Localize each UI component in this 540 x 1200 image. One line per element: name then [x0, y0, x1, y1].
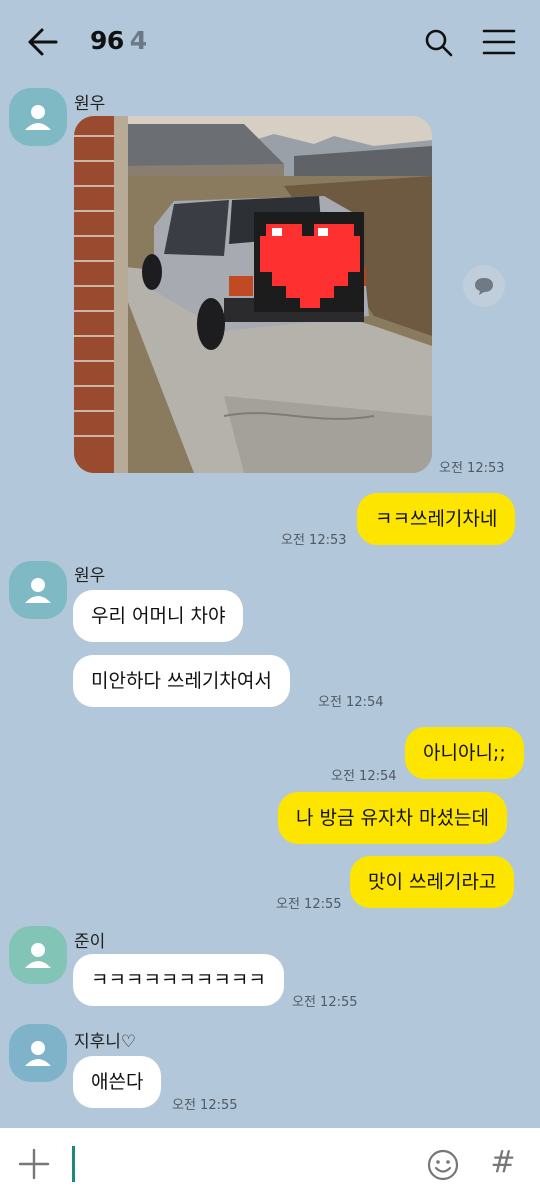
pixel-heart-sticker	[254, 212, 364, 312]
message-time: 오전 12:55	[172, 1098, 238, 1113]
speech-bubble-icon	[475, 278, 493, 295]
sender-name: 지후니♡	[74, 1032, 137, 1052]
avatar[interactable]	[9, 561, 67, 619]
sender-name: 원우	[74, 566, 106, 586]
car-photo[interactable]	[74, 116, 432, 473]
person-icon	[25, 578, 51, 603]
chat-room-name: 96	[90, 26, 124, 55]
their-message-bubble[interactable]: 미안하다 쓰레기차여서	[73, 655, 290, 707]
their-message-bubble[interactable]: 애쓴다	[73, 1056, 162, 1108]
sender-name: 원우	[74, 94, 106, 114]
message-input[interactable]	[72, 1146, 402, 1182]
my-message-bubble[interactable]: 맛이 쓰레기라고	[350, 856, 515, 908]
photo-image	[74, 116, 432, 473]
avatar[interactable]	[9, 1024, 67, 1082]
their-message-bubble[interactable]: 우리 어머니 차야	[73, 590, 244, 642]
menu-icon[interactable]	[482, 28, 516, 56]
member-count: 4	[129, 26, 147, 55]
message-time: 오전 12:54	[331, 769, 397, 784]
person-icon	[25, 105, 51, 130]
chat-header: 96 4	[0, 0, 540, 86]
message-time: 오전 12:55	[276, 897, 342, 912]
my-message-bubble[interactable]: 아니아니;;	[405, 727, 524, 779]
message-time: 오전 12:53	[281, 533, 347, 548]
plus-icon[interactable]	[18, 1148, 50, 1180]
search-icon[interactable]	[424, 28, 454, 58]
person-icon	[25, 1041, 51, 1066]
hashtag-icon[interactable]: #	[488, 1146, 518, 1180]
share-button[interactable]	[463, 265, 505, 307]
message-composer: #	[0, 1128, 540, 1200]
message-time: 오전 12:55	[292, 995, 358, 1010]
my-message-bubble[interactable]: ㅋㅋ쓰레기차네	[357, 493, 516, 545]
back-arrow-icon[interactable]	[26, 26, 60, 58]
avatar[interactable]	[9, 926, 67, 984]
sender-name: 준이	[74, 932, 106, 952]
text-cursor	[72, 1146, 75, 1182]
my-message-bubble[interactable]: 나 방금 유자차 마셨는데	[278, 792, 507, 844]
their-message-bubble[interactable]: ㅋㅋㅋㅋㅋㅋㅋㅋㅋㅋ	[73, 954, 284, 1006]
chat-title: 96 4	[90, 26, 147, 55]
avatar[interactable]	[9, 88, 67, 146]
message-time: 오전 12:53	[439, 461, 505, 476]
person-icon	[25, 943, 51, 968]
emoji-icon[interactable]	[426, 1148, 460, 1182]
message-time: 오전 12:54	[318, 695, 384, 710]
